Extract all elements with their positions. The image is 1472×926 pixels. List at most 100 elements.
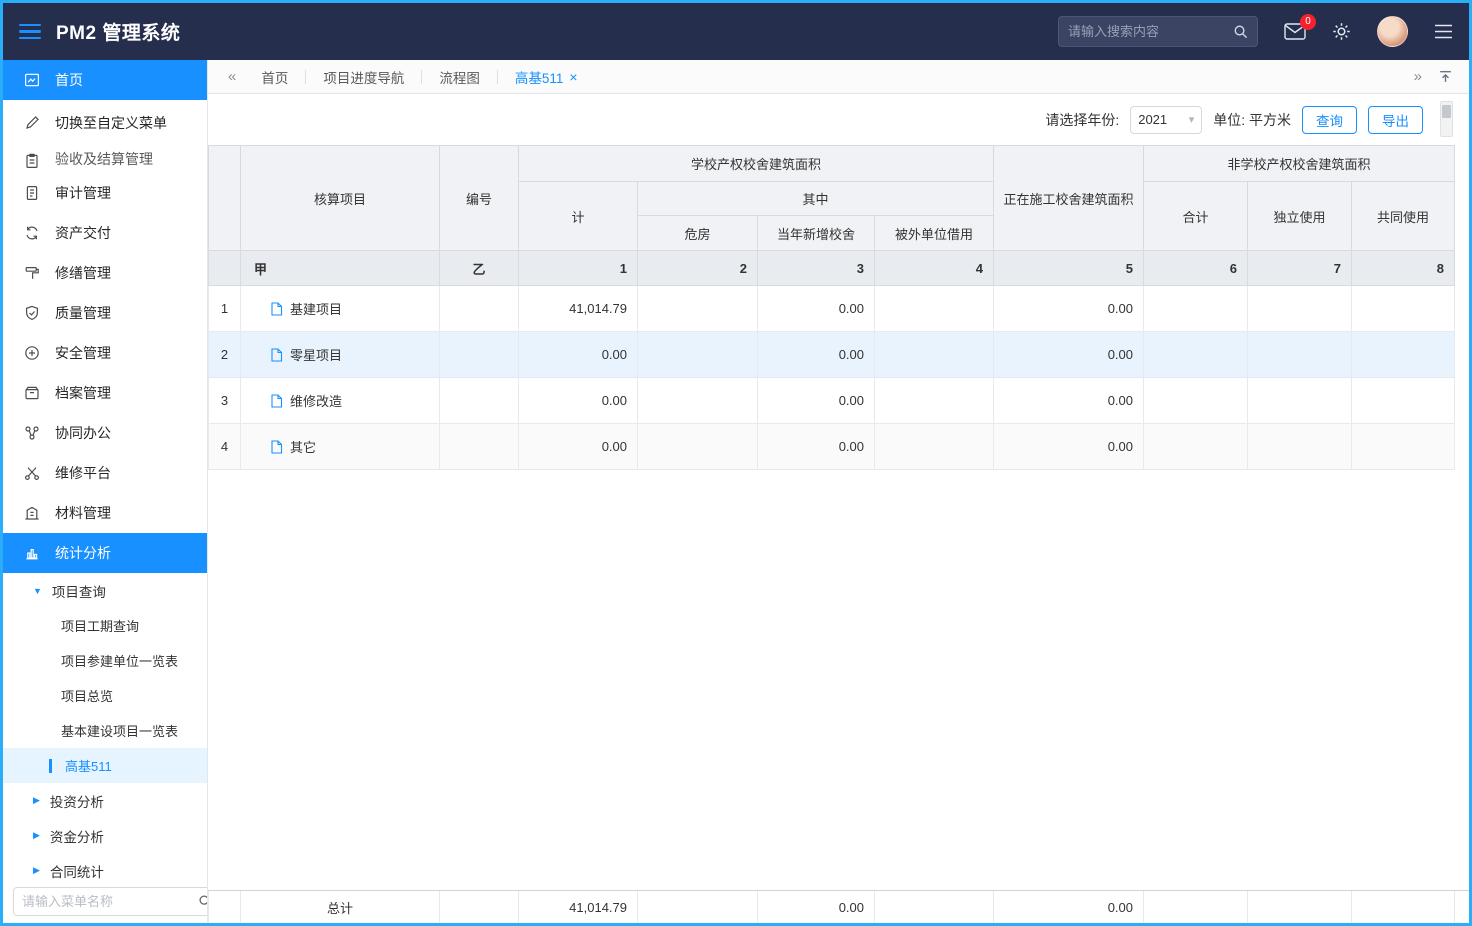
table-row[interactable]: 1 基建项目 41,014.79 0.00 0.00 <box>209 286 1455 332</box>
avatar <box>1377 16 1408 47</box>
table-row[interactable]: 4 其它 0.00 0.00 0.00 <box>209 424 1455 470</box>
clipboard-icon <box>23 153 41 169</box>
building-icon <box>23 505 41 521</box>
header-code: 编号 <box>440 146 519 251</box>
row-index: 4 <box>209 424 241 470</box>
code-col-6: 6 <box>1144 251 1248 286</box>
header-total: 计 <box>519 182 638 251</box>
scrollbar[interactable] <box>1440 101 1453 137</box>
sidebar-item-materials[interactable]: 材料管理 <box>3 493 207 533</box>
project-name-cell[interactable]: 维修改造 <box>241 378 440 424</box>
gear-icon <box>1332 22 1351 41</box>
code-row-b: 乙 <box>440 251 519 286</box>
notification-badge: 0 <box>1300 14 1316 30</box>
settings-button[interactable] <box>1332 22 1351 41</box>
toolbar: 请选择年份: 2021 ▾ 单位: 平方米 查询 导出 <box>208 94 1469 145</box>
collapse-tabs-icon[interactable] <box>1438 69 1457 84</box>
sidebar: 首页 切换至自定义菜单 验收及结算管理 审计管理 资产交付 修缮管理 <box>3 60 208 923</box>
tab-flowchart[interactable]: 流程图 <box>422 60 497 93</box>
header-project: 核算项目 <box>241 146 440 251</box>
code-col-5: 5 <box>994 251 1144 286</box>
file-icon <box>270 440 283 454</box>
project-name-cell[interactable]: 基建项目 <box>241 286 440 332</box>
sidebar-item-home[interactable]: 首页 <box>3 60 207 100</box>
sidebar-item-archives[interactable]: 档案管理 <box>3 373 207 413</box>
shield-check-icon <box>23 305 41 321</box>
project-name-cell[interactable]: 零星项目 <box>241 332 440 378</box>
code-row-a: 甲 <box>241 251 440 286</box>
transfer-arrows-icon <box>23 225 41 241</box>
pencil-icon <box>23 115 41 131</box>
app-window: PM2 管理系统 0 首页 <box>0 0 1472 926</box>
sidebar-item-capital-construction-list[interactable]: 基本建设项目一览表 <box>3 713 207 748</box>
global-search-input[interactable] <box>1068 24 1233 39</box>
sidebar-toggle-icon[interactable] <box>19 20 41 44</box>
messages-button[interactable]: 0 <box>1284 23 1306 40</box>
scroll-tabs-right-icon[interactable]: » <box>1406 68 1430 85</box>
bar-chart-icon <box>23 545 41 561</box>
sidebar-item-asset-delivery[interactable]: 资产交付 <box>3 213 207 253</box>
sidebar-item-quality[interactable]: 质量管理 <box>3 293 207 333</box>
user-menu[interactable] <box>1377 16 1408 47</box>
row-index: 1 <box>209 286 241 332</box>
app-title: PM2 管理系统 <box>56 18 180 45</box>
home-icon <box>23 72 41 88</box>
year-label: 请选择年份: <box>1045 110 1119 130</box>
chevron-right-icon: ▶ <box>33 865 40 876</box>
scroll-tabs-left-icon[interactable]: « <box>220 68 244 85</box>
sidebar-item-statistics[interactable]: 统计分析 <box>3 533 207 573</box>
active-indicator <box>49 759 52 773</box>
file-icon <box>270 394 283 408</box>
sidebar-item-project-overview[interactable]: 项目总览 <box>3 678 207 713</box>
table-row[interactable]: 2 零星项目 0.00 0.00 0.00 <box>209 332 1455 378</box>
close-tab-icon[interactable]: × <box>569 70 577 84</box>
menu-search-input[interactable] <box>22 894 198 909</box>
search-icon[interactable] <box>198 894 208 908</box>
query-button[interactable]: 查询 <box>1302 106 1357 134</box>
report-table-area: 核算项目 编号 学校产权校舍建筑面积 正在施工校舍建筑面积 非学校产权校舍建筑面… <box>208 145 1469 890</box>
search-icon[interactable] <box>1233 24 1248 39</box>
sidebar-search <box>3 879 207 923</box>
code-col-2: 2 <box>638 251 758 286</box>
sidebar-item-custom-menu[interactable]: 切换至自定义菜单 <box>3 100 207 145</box>
sidebar-item-safety[interactable]: 安全管理 <box>3 333 207 373</box>
header-borrowed: 被外单位借用 <box>875 216 994 251</box>
sidebar-group-project-query[interactable]: ▼ 项目查询 <box>3 573 207 608</box>
export-button[interactable]: 导出 <box>1368 106 1423 134</box>
sidebar-group-funds-analysis[interactable]: ▶ 资金分析 <box>3 818 207 853</box>
chevron-down-icon: ▼ <box>33 586 42 596</box>
chevron-right-icon: ▶ <box>33 795 40 806</box>
sidebar-item-gaoji511[interactable]: 高基511 <box>3 748 207 783</box>
tab-gaoji511[interactable]: 高基511× <box>498 60 595 93</box>
project-name-cell[interactable]: 其它 <box>241 424 440 470</box>
total-row: 总计 41,014.79 0.00 0.00 <box>208 890 1469 923</box>
more-menu-button[interactable] <box>1434 24 1453 39</box>
sidebar-item-audit[interactable]: 审计管理 <box>3 173 207 213</box>
top-bar: PM2 管理系统 0 <box>3 3 1469 60</box>
header-under-construction: 正在施工校舍建筑面积 <box>994 146 1144 251</box>
table-row[interactable]: 3 维修改造 0.00 0.00 0.00 <box>209 378 1455 424</box>
sidebar-item-project-duration-query[interactable]: 项目工期查询 <box>3 608 207 643</box>
sidebar-item-collaboration[interactable]: 协同办公 <box>3 413 207 453</box>
year-select[interactable]: 2021 ▾ <box>1130 106 1202 134</box>
tab-bar: « 首页 项目进度导航 流程图 高基511× » <box>208 60 1469 94</box>
code-col-4: 4 <box>875 251 994 286</box>
sidebar-item-renovation[interactable]: 修缮管理 <box>3 253 207 293</box>
global-search-box <box>1058 16 1258 47</box>
row-index: 3 <box>209 378 241 424</box>
sidebar-item-acceptance-settlement[interactable]: 验收及结算管理 <box>3 145 207 173</box>
menu-icon <box>1434 24 1453 39</box>
code-col-3: 3 <box>758 251 875 286</box>
sidebar-item-participating-units-list[interactable]: 项目参建单位一览表 <box>3 643 207 678</box>
tab-project-progress-nav[interactable]: 项目进度导航 <box>306 60 421 93</box>
scrollbar-thumb[interactable] <box>1442 105 1451 118</box>
header-sum: 合计 <box>1144 182 1248 251</box>
chevron-right-icon: ▶ <box>33 830 40 841</box>
code-col-1: 1 <box>519 251 638 286</box>
file-icon <box>270 302 283 316</box>
tab-home[interactable]: 首页 <box>244 60 305 93</box>
sidebar-item-maintenance-platform[interactable]: 维修平台 <box>3 453 207 493</box>
sidebar-group-investment-analysis[interactable]: ▶ 投资分析 <box>3 783 207 818</box>
unit-label: 单位: 平方米 <box>1213 110 1291 130</box>
row-number-header <box>209 146 241 251</box>
